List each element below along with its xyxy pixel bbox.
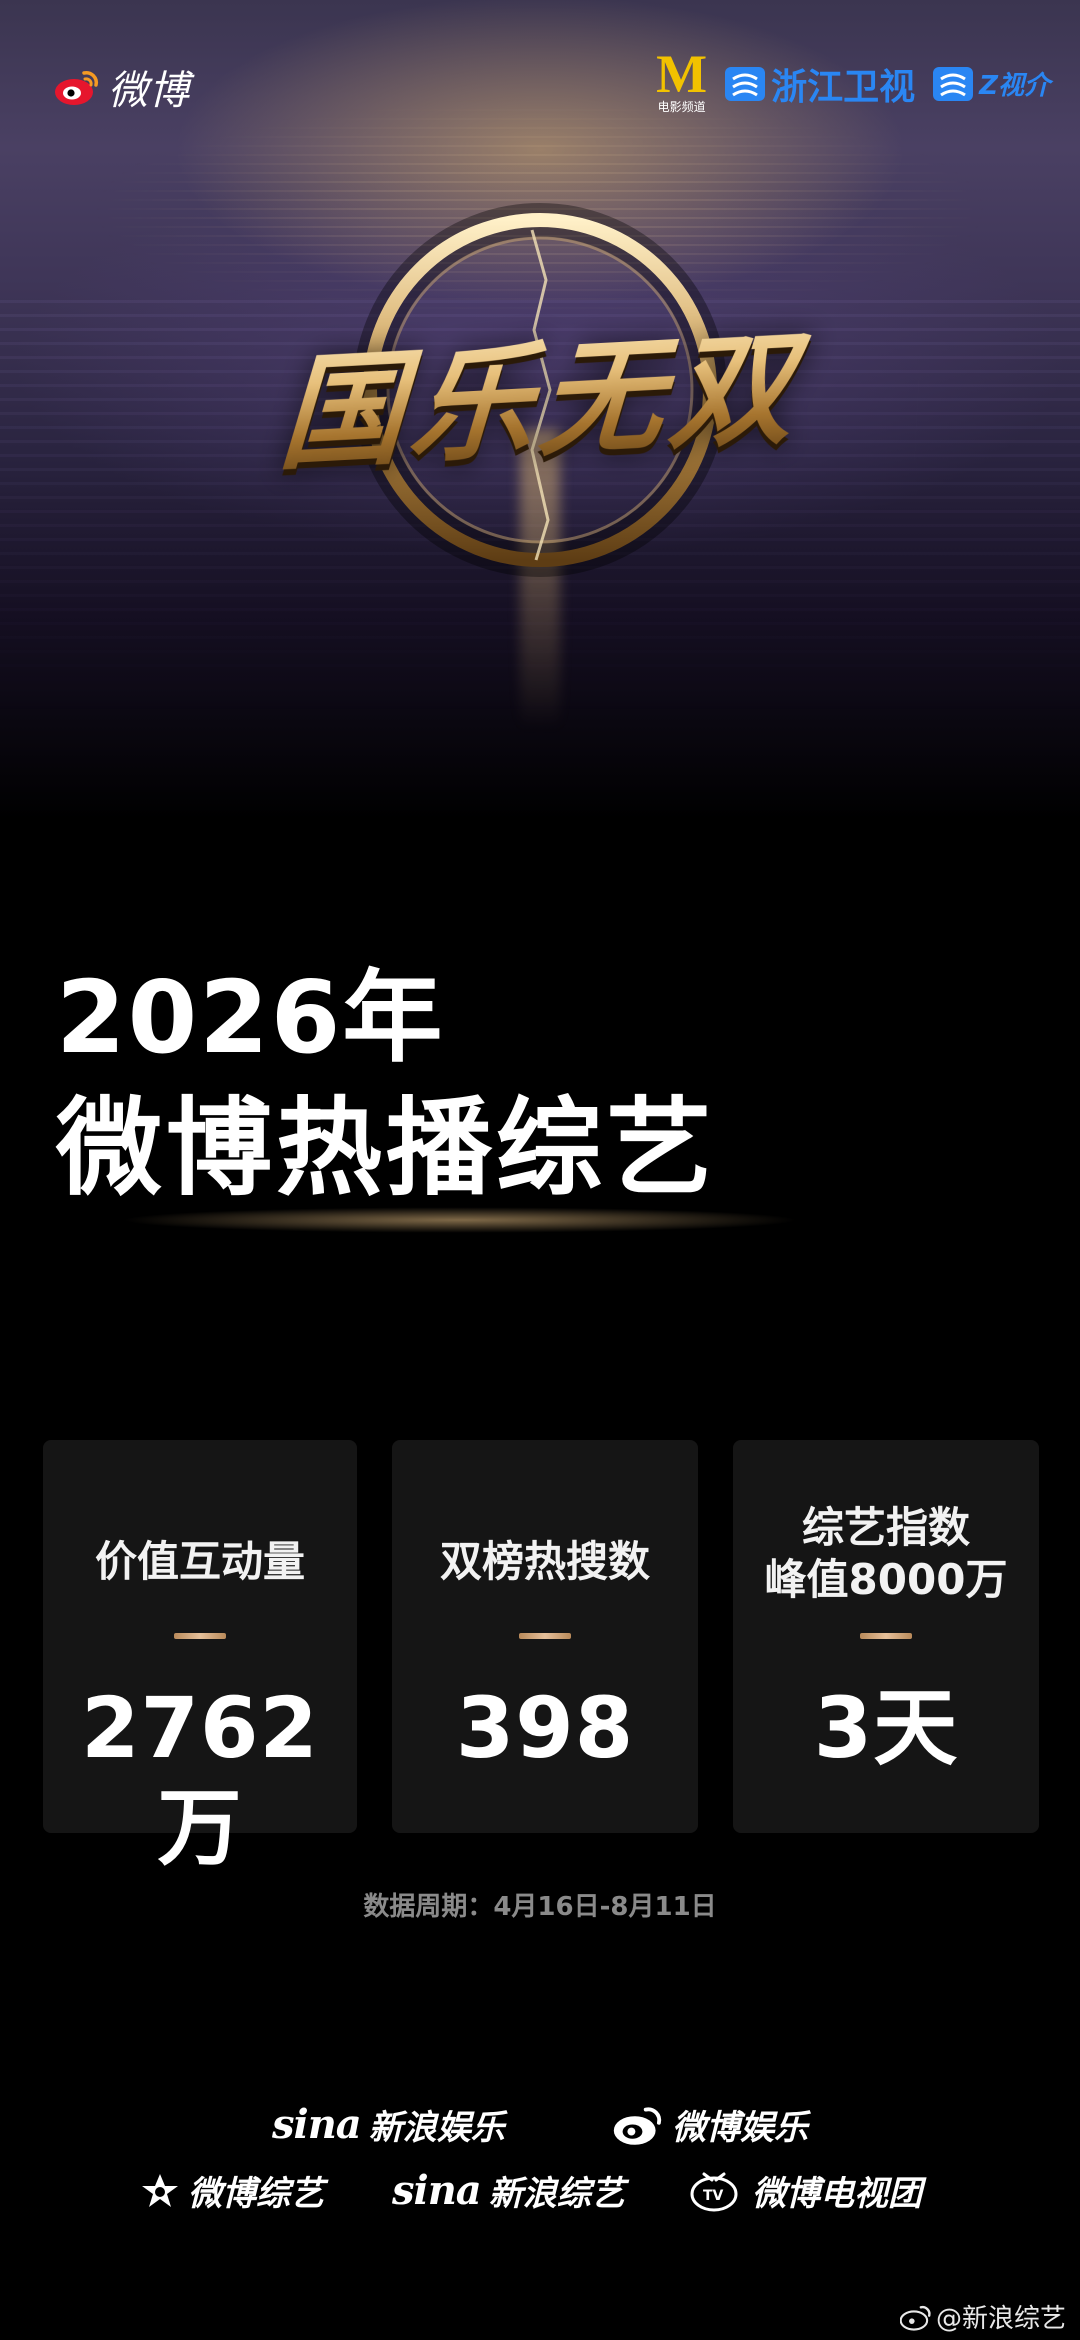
sina-entertainment-logo: sina 新浪娱乐 [272, 2100, 505, 2149]
watermark: @新浪综艺 [899, 2298, 1066, 2335]
sina-variety-logo: sina 新浪综艺 [392, 2166, 625, 2215]
movie-channel-logo: M 电影频道 [656, 44, 708, 115]
movie-channel-mark: M [656, 44, 708, 104]
weibo-variety-text: 微博综艺 [188, 2174, 324, 2214]
weibo-brand-text: 微博 [108, 68, 190, 114]
stat-value: 3天 [813, 1679, 959, 1777]
stat-value: 398 [455, 1679, 635, 1777]
stat-label: 价值互动量 [94, 1537, 305, 1586]
weibo-eye-icon [55, 71, 98, 105]
svg-text:TV: TV [703, 2188, 724, 2204]
headline-year: 2026年 [56, 959, 445, 1076]
weibo-tv-logo: TV 微博电视团 [690, 2166, 922, 2215]
z-video-text: Z视介 [979, 71, 1050, 101]
zhejiang-tv-logo: 浙江卫视 [725, 58, 915, 110]
stat-divider [519, 1633, 571, 1639]
weibo-entertainment-text: 微博娱乐 [672, 2108, 808, 2148]
weibo-eye-icon [899, 2305, 931, 2331]
hero-background: 微博 M 电影频道 浙江卫视 Z视介 国乐无双 [0, 0, 1080, 820]
stat-card-hot-search: 双榜热搜数 398 [392, 1440, 698, 1833]
stat-label-line1: 综艺指数 [801, 1503, 970, 1552]
poster: 微博 M 电影频道 浙江卫视 Z视介 国乐无双 2026年 微博热播综艺 价值互… [0, 0, 1080, 2340]
sina-entertainment-text: 新浪娱乐 [368, 2108, 505, 2148]
watermark-text: @新浪综艺 [935, 2304, 1066, 2334]
stat-card-index-peak: 综艺指数 峰值8000万 3天 [733, 1440, 1039, 1833]
stat-label-line2: 峰值8000万 [764, 1555, 1008, 1604]
data-period: 数据周期：4月16日-8月11日 [363, 1892, 717, 1922]
stat-card-interaction: 价值互动量 2762万 [43, 1440, 357, 1877]
weibo-entertainment-logo: 微博娱乐 [612, 2100, 808, 2149]
headline-glow [40, 1200, 940, 1240]
star-icon [142, 2173, 178, 2207]
stat-value: 2762万 [81, 1679, 319, 1877]
weibo-tv-text: 微博电视团 [752, 2174, 922, 2214]
z-video-logo: Z视介 [933, 65, 1050, 102]
z-video-icon [933, 66, 974, 101]
tv-icon: TV [690, 2172, 738, 2211]
show-emblem: 国乐无双 [160, 190, 920, 610]
stat-divider [860, 1633, 912, 1639]
headline-main: 微博热播综艺 [56, 1087, 716, 1210]
zhejiang-tv-text: 浙江卫视 [771, 66, 916, 108]
sina-mark: sina [272, 2101, 362, 2148]
stat-label: 综艺指数 峰值8000万 [733, 1502, 1039, 1606]
weibo-eye-icon [613, 2106, 662, 2145]
headline: 2026年 微博热播综艺 [56, 958, 716, 1214]
movie-channel-caption: 电影频道 [657, 100, 706, 114]
zhejiang-tv-icon [725, 66, 766, 101]
stat-label: 双榜热搜数 [439, 1537, 650, 1586]
partner-logos: M 电影频道 浙江卫视 Z视介 [656, 44, 1050, 115]
sina-variety-text: 新浪综艺 [488, 2174, 625, 2214]
stat-divider [174, 1633, 226, 1639]
stats-row: 价值互动量 2762万 双榜热搜数 398 综艺指数 峰值8000万 3天 [0, 1440, 1080, 1877]
weibo-variety-logo: 微博综艺 [140, 2166, 324, 2215]
sina-mark: sina [392, 2167, 482, 2214]
weibo-brand-logo: 微博 [54, 58, 190, 116]
